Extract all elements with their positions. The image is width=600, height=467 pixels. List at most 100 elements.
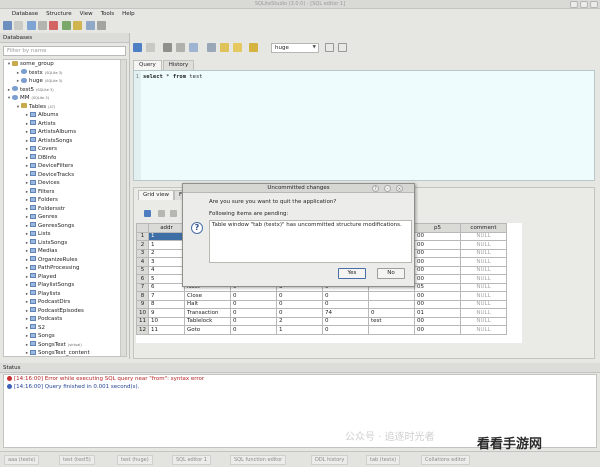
window-tab[interactable]: tab (testx) xyxy=(366,455,401,465)
save-file-icon[interactable] xyxy=(233,43,242,52)
grid-cell[interactable]: NULL xyxy=(460,316,507,326)
grid-cell[interactable]: 00 xyxy=(414,299,461,309)
table-node[interactable]: ▸ ListsSongs xyxy=(4,239,126,248)
db-filter-input[interactable]: Filter by name xyxy=(3,46,126,56)
table-row[interactable]: 9 8 Halt 0 0 0 00 NULL xyxy=(136,299,507,309)
window-tab[interactable]: SQL editor 1 xyxy=(172,455,211,465)
grid-cell[interactable]: 0 xyxy=(230,299,277,309)
table-node[interactable]: ▸ ArtistsAlbums xyxy=(4,128,126,137)
database-node[interactable]: ▸ testx (SQLite 3) xyxy=(4,69,126,78)
table-node[interactable]: ▸ Medias xyxy=(4,247,126,256)
grid-cell[interactable]: 0 xyxy=(322,316,369,326)
grid-cell[interactable]: NULL xyxy=(460,231,507,241)
grid-cell[interactable]: test xyxy=(368,316,415,326)
grid-cell[interactable]: 5 xyxy=(148,274,185,284)
tree-scrollbar[interactable] xyxy=(120,60,126,356)
tab-history[interactable]: History xyxy=(162,60,195,70)
menu-help[interactable]: Help xyxy=(119,9,138,17)
edit-database-icon[interactable] xyxy=(38,21,47,30)
help-icon[interactable]: ? xyxy=(372,185,379,192)
settings-icon[interactable] xyxy=(97,21,106,30)
group-node[interactable]: ▾ some_group xyxy=(4,60,126,69)
database-select[interactable]: huge ▼ xyxy=(271,43,319,53)
grid-cell[interactable]: 2 xyxy=(276,316,323,326)
table-row[interactable]: 12 11 Goto 0 1 0 00 NULL xyxy=(136,325,507,335)
export-icon[interactable] xyxy=(189,43,198,52)
window-tab[interactable]: SQL function editor xyxy=(230,455,287,465)
minimize-button[interactable] xyxy=(570,1,578,8)
folder-icon[interactable] xyxy=(73,21,82,30)
window-tab[interactable]: Collations editor xyxy=(421,455,470,465)
clear-icon[interactable] xyxy=(176,43,185,52)
grid-cell[interactable]: 00 xyxy=(414,291,461,301)
grid-cell[interactable]: 6 xyxy=(148,282,185,292)
grid-cell[interactable]: 0 xyxy=(322,291,369,301)
table-node[interactable]: ▸ DeviceTracks xyxy=(4,171,126,180)
table-node[interactable]: ▸ SongsText_content xyxy=(4,349,126,356)
table-node[interactable]: ▸ Lists xyxy=(4,230,126,239)
table-node[interactable]: ▸ Devices xyxy=(4,179,126,188)
grid-cell[interactable]: 9 xyxy=(148,308,185,318)
grid-cell[interactable]: 74 xyxy=(322,308,369,318)
grid-cell[interactable]: NULL xyxy=(460,257,507,267)
commit-icon[interactable] xyxy=(158,210,165,217)
table-node[interactable]: ▸ ArtistsSongs xyxy=(4,137,126,146)
pending-items-list[interactable]: Table window "tab (testx)" has uncommitt… xyxy=(209,220,412,263)
grid-cell[interactable]: 0 xyxy=(276,308,323,318)
grid-cell[interactable]: 01 xyxy=(414,308,461,318)
rollback-icon[interactable] xyxy=(170,210,177,217)
grid-cell[interactable]: NULL xyxy=(460,308,507,318)
window-tab[interactable]: test (test5) xyxy=(59,455,95,465)
grid-cell[interactable]: Tablelock xyxy=(184,316,231,326)
table-node[interactable]: ▸ PodcastDirs xyxy=(4,298,126,307)
database-node[interactable]: ▸ test5 (SQLite 3) xyxy=(4,86,126,95)
grid-cell[interactable]: 0 xyxy=(368,308,415,318)
grid-cell[interactable] xyxy=(368,291,415,301)
grid-cell[interactable]: NULL xyxy=(460,248,507,258)
table-node[interactable]: ▸ DeviceFilters xyxy=(4,162,126,171)
grid-cell[interactable]: NULL xyxy=(460,274,507,284)
table-node[interactable]: ▸ Playlists xyxy=(4,290,126,299)
grid-cell[interactable]: 11 xyxy=(148,325,185,335)
group-node[interactable]: ▾ Tables (47) xyxy=(4,103,126,112)
minimize-icon[interactable]: – xyxy=(384,185,391,192)
menu-view[interactable]: View xyxy=(77,9,96,17)
view-mode-icon[interactable] xyxy=(325,43,334,52)
table-node[interactable]: ▸ Albums xyxy=(4,111,126,120)
grid-cell[interactable] xyxy=(368,299,415,309)
grid-cell[interactable]: 00 xyxy=(414,257,461,267)
grid-cell[interactable]: 0 xyxy=(230,308,277,318)
column-header[interactable] xyxy=(136,223,149,233)
column-header[interactable]: comment xyxy=(460,223,507,233)
load-file-icon[interactable] xyxy=(220,43,229,52)
window-tab[interactable]: aaa (testx) xyxy=(4,455,40,465)
layout-icon[interactable] xyxy=(338,43,347,52)
grid-cell[interactable]: 0 xyxy=(322,325,369,335)
add-database-icon[interactable] xyxy=(27,21,36,30)
table-node[interactable]: ▸ GenresSongs xyxy=(4,222,126,231)
close-window-button[interactable] xyxy=(590,1,598,8)
table-node[interactable]: ▸ Folders xyxy=(4,196,126,205)
grid-cell[interactable]: 05 xyxy=(414,282,461,292)
grid-cell[interactable]: 4 xyxy=(148,265,185,275)
window-tab[interactable]: DDL history xyxy=(311,455,349,465)
table-node[interactable]: ▸ OrganizeRules xyxy=(4,256,126,265)
format-icon[interactable] xyxy=(163,43,172,52)
yes-button[interactable]: Yes xyxy=(338,268,366,279)
grid-cell[interactable]: 0 xyxy=(276,291,323,301)
table-row[interactable]: 10 9 Transaction 0 0 74 0 01 NULL xyxy=(136,308,507,318)
table-row[interactable]: 11 10 Tablelock 0 2 0 test 00 NULL xyxy=(136,316,507,326)
menu-tools[interactable]: Tools xyxy=(98,9,118,17)
table-node[interactable]: ▸ DBInfo xyxy=(4,154,126,163)
grid-cell[interactable] xyxy=(368,325,415,335)
grid-cell[interactable]: 0 xyxy=(276,299,323,309)
tab-query[interactable]: Query xyxy=(133,60,162,70)
menu-structure[interactable]: Structure xyxy=(43,9,75,17)
grid-cell[interactable]: NULL xyxy=(460,265,507,275)
table-node[interactable]: ▸ Songs xyxy=(4,332,126,341)
grid-cell[interactable]: 1 xyxy=(148,231,185,241)
grid-cell[interactable]: 0 xyxy=(230,325,277,335)
close-icon[interactable]: × xyxy=(396,185,403,192)
grid-cell[interactable]: NULL xyxy=(460,325,507,335)
grid-cell[interactable]: 2 xyxy=(148,248,185,258)
